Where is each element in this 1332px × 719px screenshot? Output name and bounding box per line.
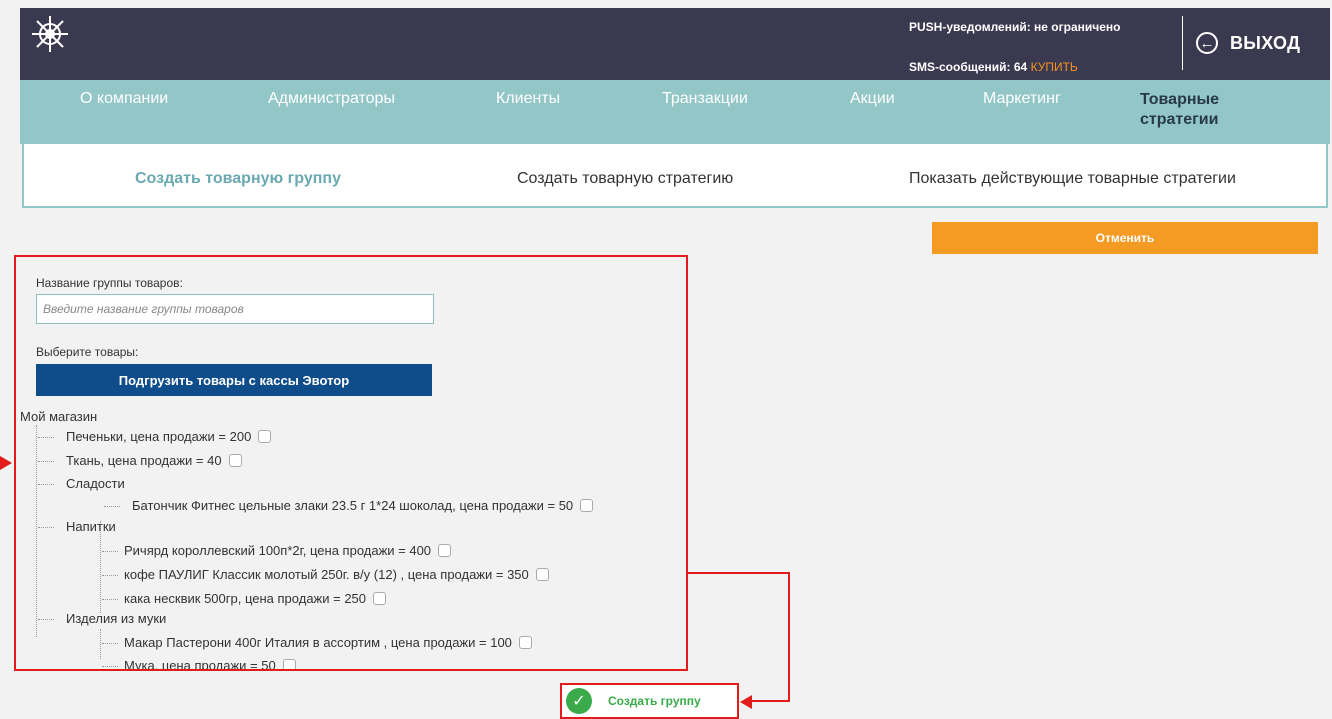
group-label: Напитки	[66, 519, 116, 534]
list-item: Макар Пастерони 400г Италия в ассортим ,…	[124, 635, 532, 650]
select-products-label: Выберите товары:	[36, 345, 139, 359]
list-item: Печеньки, цена продажи = 200	[66, 429, 272, 444]
tree-line	[100, 521, 101, 613]
create-group-button[interactable]: ✓ Создать группу	[560, 683, 739, 719]
tab-create-product-group[interactable]: Создать товарную группу	[135, 170, 341, 188]
group-name-input[interactable]	[36, 294, 434, 324]
tab-create-product-strategy[interactable]: Создать товарную стратегию	[517, 170, 733, 188]
top-bar: PUSH-уведомлений: не ограничено SMS-сооб…	[20, 8, 1330, 80]
product-checkbox[interactable]	[518, 636, 532, 649]
arrow-left-circle-icon: ←	[1196, 32, 1218, 54]
load-products-button[interactable]: Подгрузить товары с кассы Эвотор	[36, 364, 432, 396]
tree-branch	[102, 575, 118, 576]
nav-item-product-strategies[interactable]: Товарные стратегии	[1140, 90, 1250, 130]
product-checkbox[interactable]	[373, 592, 387, 605]
tree-branch	[102, 643, 118, 644]
product-checkbox[interactable]	[438, 544, 452, 557]
group-name-label: Название группы товаров:	[36, 276, 183, 290]
logout-button[interactable]: ← ВЫХОД	[1196, 28, 1300, 58]
nav-item-marketing[interactable]: Маркетинг	[983, 90, 1061, 108]
tree-group-drinks[interactable]: Напитки	[66, 519, 116, 534]
main-nav: О компании Администраторы Клиенты Транза…	[20, 80, 1330, 144]
tree-group-flour-products[interactable]: Изделия из муки	[66, 611, 166, 626]
sms-status: SMS-сообщений: 64 КУПИТЬ	[909, 60, 1078, 74]
cancel-button[interactable]: Отменить	[932, 222, 1318, 254]
product-label: Ричярд короллевский 100п*2г, цена продаж…	[124, 543, 432, 558]
product-label: Мука, цена продажи = 50	[124, 658, 276, 671]
logout-label: ВЫХОД	[1230, 32, 1301, 53]
tree-branch	[102, 666, 118, 667]
nav-item-admins[interactable]: Администраторы	[268, 90, 395, 108]
create-group-label: Создать группу	[608, 694, 701, 708]
list-item: Ричярд короллевский 100п*2г, цена продаж…	[124, 543, 452, 558]
annotation-arrowhead	[740, 695, 752, 709]
tree-branch	[38, 484, 54, 485]
sub-nav: Создать товарную группу Создать товарную…	[22, 144, 1328, 208]
product-label: кака несквик 500гр, цена продажи = 250	[124, 591, 367, 606]
tree-branch	[38, 527, 54, 528]
annotation-line	[750, 700, 790, 702]
tree-branch	[102, 599, 118, 600]
tree-branch	[38, 437, 54, 438]
nav-item-transactions[interactable]: Транзакции	[662, 90, 748, 108]
tree-branch	[38, 461, 54, 462]
annotation-arrow	[0, 456, 12, 470]
list-item: Батончик Фитнес цельные злаки 23.5 г 1*2…	[132, 498, 594, 513]
product-checkbox[interactable]	[228, 454, 242, 467]
tree-group-sweets[interactable]: Сладости	[66, 476, 125, 491]
group-label: Сладости	[66, 476, 125, 491]
tree-branch	[102, 551, 118, 552]
annotation-line	[788, 572, 790, 702]
product-label: кофе ПАУЛИГ Классик молотый 250г. в/у (1…	[124, 567, 529, 582]
product-checkbox[interactable]	[258, 430, 272, 443]
product-group-form: Название группы товаров: Выберите товары…	[14, 255, 688, 671]
list-item: Мука, цена продажи = 50	[124, 658, 296, 671]
nav-item-clients[interactable]: Клиенты	[496, 90, 560, 108]
product-checkbox[interactable]	[580, 499, 594, 512]
sms-count: SMS-сообщений: 64	[909, 60, 1028, 74]
product-checkbox[interactable]	[535, 568, 549, 581]
group-label: Изделия из муки	[66, 611, 167, 626]
list-item: кака несквик 500гр, цена продажи = 250	[124, 591, 387, 606]
nav-item-company[interactable]: О компании	[80, 90, 168, 108]
product-label: Печеньки, цена продажи = 200	[66, 429, 252, 444]
check-circle-icon: ✓	[566, 688, 592, 714]
buy-sms-link[interactable]: КУПИТЬ	[1031, 60, 1078, 74]
product-checkbox[interactable]	[282, 659, 296, 669]
product-label: Макар Пастерони 400г Италия в ассортим ,…	[124, 635, 512, 650]
list-item: кофе ПАУЛИГ Классик молотый 250г. в/у (1…	[124, 567, 549, 582]
tree-line	[36, 425, 37, 637]
tree-root: Мой магазин	[20, 409, 98, 424]
annotation-line	[688, 572, 790, 574]
tab-show-active-strategies[interactable]: Показать действующие товарные стратегии	[909, 170, 1236, 188]
nav-item-promotions[interactable]: Акции	[850, 90, 895, 108]
ship-wheel-icon[interactable]	[30, 14, 70, 54]
tree-branch	[104, 506, 120, 507]
list-item: Ткань, цена продажи = 40	[66, 453, 242, 468]
header-divider	[1182, 16, 1183, 70]
push-notifications-status: PUSH-уведомлений: не ограничено	[909, 20, 1121, 34]
product-label: Ткань, цена продажи = 40	[66, 453, 222, 468]
tree-branch	[38, 619, 54, 620]
tree-line	[100, 629, 101, 659]
product-label: Батончик Фитнес цельные злаки 23.5 г 1*2…	[132, 498, 574, 513]
